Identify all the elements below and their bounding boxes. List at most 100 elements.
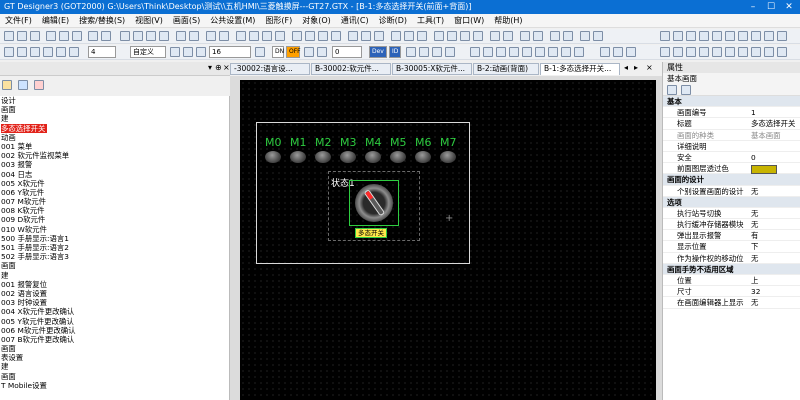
- switch-object-icon[interactable]: [249, 31, 259, 41]
- window-switch-icon[interactable]: [563, 31, 573, 41]
- paint-tool-icon[interactable]: [777, 31, 787, 41]
- menu-file[interactable]: 文件(F): [0, 14, 37, 28]
- dock-tree-icon[interactable]: [483, 47, 493, 57]
- guide-display-icon[interactable]: [419, 47, 429, 57]
- tab-animation[interactable]: B-2:动画(背面): [473, 63, 539, 75]
- dn-button[interactable]: DN: [272, 46, 284, 58]
- open-icon[interactable]: [17, 31, 27, 41]
- preview-icon[interactable]: [580, 31, 590, 41]
- off-button[interactable]: OFF: [286, 46, 301, 58]
- tree-item[interactable]: 画面: [0, 261, 229, 270]
- tab-multistate-switch[interactable]: B-1:多态选择开关...: [540, 63, 620, 75]
- property-value[interactable]: 32: [751, 286, 800, 297]
- line-tool-icon[interactable]: [673, 31, 683, 41]
- property-category[interactable]: 画面手势不适用区域: [663, 263, 800, 275]
- property-row[interactable]: 执行缓冲存储器模块无: [663, 219, 800, 231]
- property-value[interactable]: 无: [751, 297, 800, 308]
- print-icon[interactable]: [593, 31, 603, 41]
- data-list-icon[interactable]: [391, 31, 401, 41]
- knob-selection-frame[interactable]: [349, 180, 399, 226]
- rotate-icon[interactable]: [712, 47, 722, 57]
- property-value[interactable]: 基本画面: [751, 130, 800, 141]
- tab-close-icon[interactable]: ×: [646, 63, 653, 72]
- tab-language-setting[interactable]: -30002:语言设...: [230, 63, 310, 75]
- video-icon[interactable]: [473, 31, 483, 41]
- dock-library-icon[interactable]: [509, 47, 519, 57]
- property-row[interactable]: 作为操作权的移动位无: [663, 253, 800, 264]
- dock-output-icon[interactable]: [535, 47, 545, 57]
- tree-item[interactable]: 设计: [0, 96, 229, 105]
- screen-switch-icon[interactable]: [550, 31, 560, 41]
- select-icon[interactable]: [120, 31, 130, 41]
- menu-edit[interactable]: 编辑(E): [37, 14, 74, 28]
- line-end-icon[interactable]: [56, 47, 66, 57]
- text-tool-icon[interactable]: [660, 31, 670, 41]
- numeric-display-icon[interactable]: [262, 31, 272, 41]
- property-row[interactable]: 在画面编辑器上显示无: [663, 297, 800, 309]
- menu-screen[interactable]: 画面(S): [168, 14, 205, 28]
- property-row[interactable]: 画面的种类 基本画面: [663, 130, 800, 141]
- show-id-icon[interactable]: [445, 47, 455, 57]
- tree-item[interactable]: 010 W软元件: [0, 225, 229, 234]
- lamp-m7[interactable]: [440, 151, 456, 163]
- dock-property-icon[interactable]: [496, 47, 506, 57]
- panel-pin-button[interactable]: ⊕: [215, 63, 222, 72]
- grid-icon[interactable]: [176, 31, 186, 41]
- dock-list-icon[interactable]: [470, 47, 480, 57]
- paste-icon[interactable]: [72, 31, 82, 41]
- property-row[interactable]: 标题 多态选择开关: [663, 118, 800, 130]
- tree-item[interactable]: 建: [0, 271, 229, 280]
- menu-object[interactable]: 对象(O): [297, 14, 336, 28]
- font-size-select[interactable]: 16: [209, 46, 251, 58]
- copy-icon[interactable]: [59, 31, 69, 41]
- tree-item[interactable]: 画面: [0, 344, 229, 353]
- library-icon[interactable]: [434, 31, 444, 41]
- property-value[interactable]: 无: [751, 208, 800, 219]
- property-category[interactable]: 基本: [663, 96, 800, 108]
- snap-icon[interactable]: [189, 31, 199, 41]
- order-icon[interactable]: [219, 31, 229, 41]
- dock-window-icon[interactable]: [561, 47, 571, 57]
- property-value[interactable]: 有: [751, 230, 800, 241]
- polygon-tool-icon[interactable]: [712, 31, 722, 41]
- script-icon[interactable]: [331, 31, 341, 41]
- menu-common[interactable]: 公共设置(M): [205, 14, 260, 28]
- rectangle-tool-icon[interactable]: [699, 31, 709, 41]
- stroke-width-select[interactable]: 4: [88, 46, 116, 58]
- tree-item[interactable]: 003 报警: [0, 160, 229, 169]
- pattern-icon[interactable]: [30, 47, 40, 57]
- layer-icon[interactable]: [206, 31, 216, 41]
- flip-v-icon[interactable]: [699, 47, 709, 57]
- tree-item[interactable]: 建: [0, 362, 229, 371]
- save-icon[interactable]: [30, 31, 40, 41]
- property-value[interactable]: 上: [751, 275, 800, 286]
- tree-item[interactable]: 画面: [0, 372, 229, 381]
- new-screen-icon[interactable]: [18, 80, 28, 90]
- sound-icon[interactable]: [460, 31, 470, 41]
- tree-item[interactable]: 001 报警复位: [0, 280, 229, 289]
- dock-state-icon[interactable]: [574, 47, 584, 57]
- parts-icon[interactable]: [318, 31, 328, 41]
- sector-tool-icon[interactable]: [751, 31, 761, 41]
- property-row[interactable]: 画面编号 1: [663, 107, 800, 119]
- tree-item[interactable]: 006 Y软元件: [0, 188, 229, 197]
- property-row[interactable]: 详细说明: [663, 141, 800, 152]
- maximize-button[interactable]: ☐: [762, 0, 780, 14]
- property-category[interactable]: 画面的设计: [663, 174, 800, 186]
- lamp-m4[interactable]: [365, 151, 381, 163]
- group-icon[interactable]: [146, 31, 156, 41]
- object-frame-icon[interactable]: [432, 47, 442, 57]
- tree-item[interactable]: 005 X软元件: [0, 179, 229, 188]
- circle-tool-icon[interactable]: [725, 31, 735, 41]
- close-button[interactable]: ✕: [780, 0, 798, 14]
- font-icon[interactable]: [196, 47, 206, 57]
- lamp-m5[interactable]: [390, 151, 406, 163]
- text-color-icon[interactable]: [69, 47, 79, 57]
- screen-list-icon[interactable]: [2, 80, 12, 90]
- lamp-object-icon[interactable]: [236, 31, 246, 41]
- menu-diagnose[interactable]: 诊断(D): [374, 14, 412, 28]
- arc-tool-icon[interactable]: [738, 31, 748, 41]
- property-category[interactable]: 选项: [663, 196, 800, 208]
- property-row[interactable]: 显示位置 下: [663, 241, 800, 253]
- move-back-icon[interactable]: [673, 47, 683, 57]
